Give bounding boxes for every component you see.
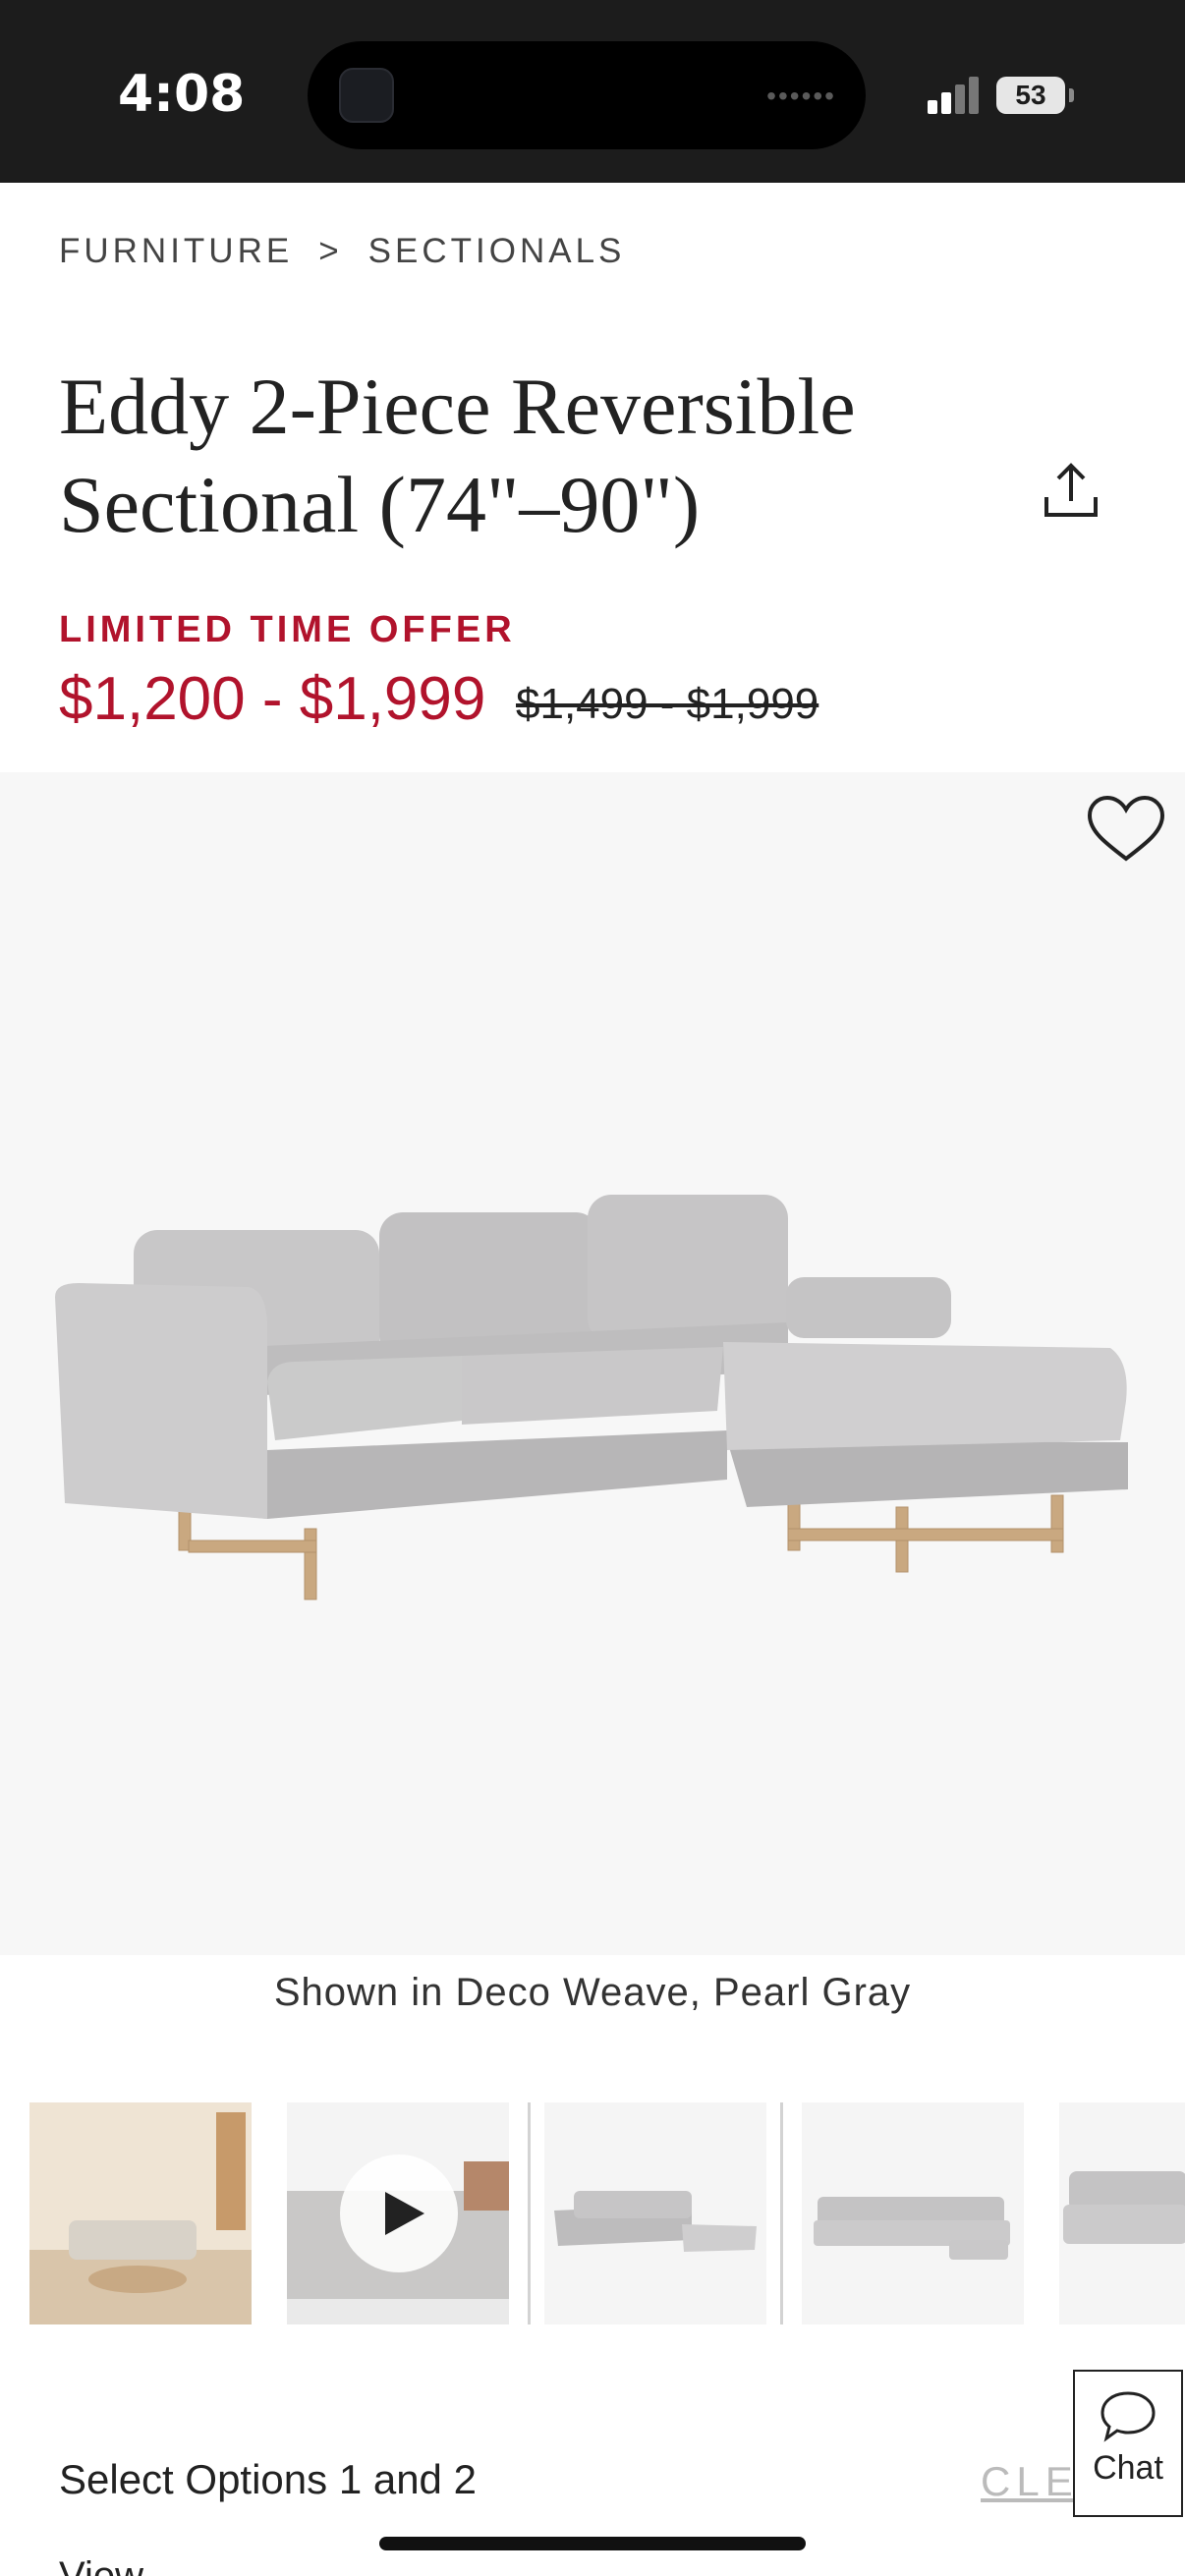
chat-bubble-icon <box>1100 2391 1156 2442</box>
product-image[interactable] <box>0 772 1185 1955</box>
camera-icon <box>339 68 394 123</box>
breadcrumb-sectionals[interactable]: SECTIONALS <box>368 232 626 271</box>
cellular-signal-icon <box>928 75 983 114</box>
status-time: 4:08 <box>118 65 246 124</box>
share-icon <box>1044 463 1098 517</box>
battery-tip <box>1069 88 1074 102</box>
status-bar: 4:08 •••••• 53 <box>0 0 1185 183</box>
thumbnail-side-view[interactable] <box>1059 2102 1185 2324</box>
share-button[interactable] <box>1037 456 1105 525</box>
chat-label: Chat <box>1093 2449 1163 2487</box>
favorite-heart-icon[interactable] <box>1086 794 1166 865</box>
breadcrumb: FURNITURE > SECTIONALS <box>59 232 625 271</box>
select-options-label: Select Options 1 and 2 <box>59 2456 477 2502</box>
breadcrumb-furniture[interactable]: FURNITURE <box>59 232 293 271</box>
original-price: $1,499 - $1,999 <box>516 680 819 728</box>
color-caption: Shown in Deco Weave, Pearl Gray <box>273 1971 912 2014</box>
chat-button[interactable]: Chat <box>1073 2370 1183 2517</box>
view-label: View <box>59 2554 143 2576</box>
home-indicator[interactable] <box>379 2537 806 2550</box>
activity-dots-icon: •••••• <box>766 81 836 111</box>
breadcrumb-separator: > <box>318 232 343 270</box>
battery-icon: 53 <box>996 77 1065 114</box>
dynamic-island: •••••• <box>308 41 866 149</box>
thumbnail-video[interactable] <box>287 2102 509 2324</box>
product-title: Eddy 2-Piece Reversible Sectional (74"–9… <box>59 358 943 554</box>
play-icon[interactable] <box>340 2155 458 2272</box>
sofa-image <box>55 1195 1128 1600</box>
product-title-line2: Sectional (74"–90") <box>59 460 701 549</box>
thumbnail-front-view[interactable] <box>802 2102 1024 2324</box>
product-title-line1: Eddy 2-Piece Reversible <box>59 362 856 451</box>
thumbnail-front-angle[interactable] <box>528 2102 783 2324</box>
offer-label: LIMITED TIME OFFER <box>59 609 516 650</box>
sale-price: $1,200 - $1,999 <box>59 665 486 733</box>
thumbnail-living-room[interactable] <box>29 2102 252 2324</box>
thumbnail-strip[interactable] <box>29 2102 1185 2324</box>
